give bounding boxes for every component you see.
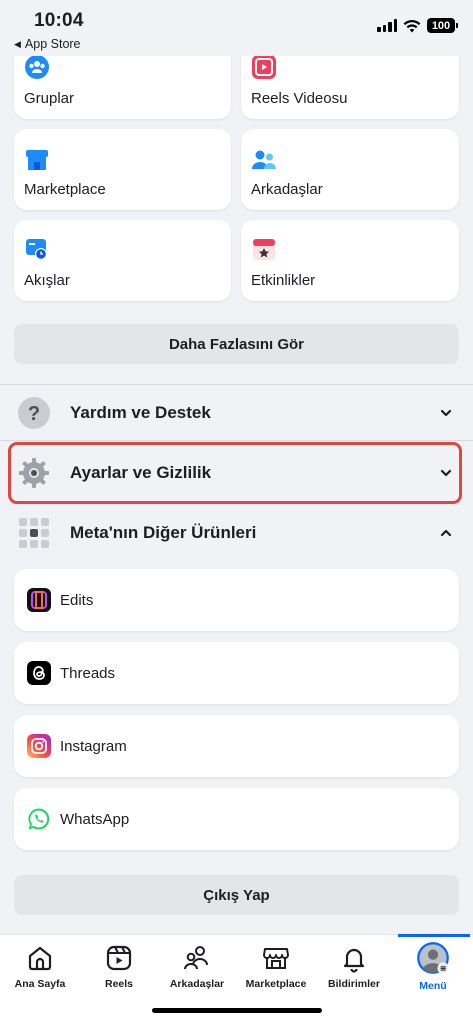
back-app-label: App Store	[24, 37, 81, 51]
profile-menu-icon	[417, 942, 449, 974]
tab-label: Marketplace	[245, 978, 307, 990]
marketplace-tab-icon	[263, 948, 289, 969]
tab-marketplace[interactable]: Marketplace	[236, 943, 316, 990]
battery-level: 100	[431, 19, 451, 32]
whatsapp-icon	[27, 807, 51, 831]
meta-products-label: Meta'nın Diğer Ürünleri	[70, 523, 257, 542]
meta-product-label: Threads	[60, 664, 116, 682]
shortcut-label: Reels Videosu	[251, 90, 348, 107]
svg-text:?: ?	[28, 403, 40, 425]
meta-product-threads[interactable]: Threads	[14, 642, 459, 704]
bell-icon	[343, 948, 365, 973]
home-indicator	[152, 1008, 322, 1013]
section-divider	[0, 384, 473, 385]
help-support-section[interactable]: ? Yardım ve Destek	[14, 389, 459, 437]
shortcut-events[interactable]: Etkinlikler	[241, 220, 459, 301]
back-to-app-store[interactable]: ◀ App Store	[14, 37, 81, 51]
tab-home[interactable]: Ana Sayfa	[0, 943, 80, 990]
settings-highlight-frame	[8, 442, 462, 504]
chevron-down-icon	[440, 409, 452, 417]
friends-icon	[252, 150, 276, 169]
meta-product-whatsapp[interactable]: WhatsApp	[14, 788, 459, 850]
battery-icon: 100	[427, 18, 458, 33]
shortcut-friends[interactable]: Arkadaşlar	[241, 129, 459, 210]
back-triangle-icon: ◀	[14, 38, 21, 49]
shortcut-label: Gruplar	[24, 90, 75, 107]
meta-product-label: Edits	[60, 591, 94, 609]
tab-label: Bildirimler	[328, 978, 380, 990]
help-icon: ?	[16, 395, 52, 431]
active-tab-indicator	[398, 934, 470, 937]
tab-reels[interactable]: Reels	[79, 943, 159, 990]
apps-grid-icon	[16, 515, 52, 551]
tab-menu[interactable]: Menü	[393, 942, 473, 992]
marketplace-icon	[26, 150, 48, 170]
wifi-icon	[403, 19, 421, 32]
instagram-icon	[27, 734, 51, 758]
tab-friends[interactable]: Arkadaşlar	[157, 943, 237, 990]
help-support-label: Yardım ve Destek	[70, 403, 211, 422]
tab-notifications[interactable]: Bildirimler	[314, 943, 394, 990]
shortcut-marketplace[interactable]: Marketplace	[14, 129, 231, 210]
shortcut-label: Akışlar	[24, 272, 70, 289]
status-icons: 100	[377, 18, 458, 33]
tab-label: Arkadaşlar	[169, 978, 225, 990]
shortcut-label: Etkinlikler	[251, 272, 316, 289]
feeds-icon	[26, 239, 47, 260]
status-time: 10:04	[34, 10, 84, 31]
meta-product-instagram[interactable]: Instagram	[14, 715, 459, 777]
see-more-button[interactable]: Daha Fazlasını Gör	[14, 324, 459, 364]
shortcut-feeds[interactable]: Akışlar	[14, 220, 231, 301]
reels-icon	[252, 55, 276, 79]
friends-tab-icon	[184, 946, 208, 970]
logout-button[interactable]: Çıkış Yap	[14, 875, 459, 915]
shortcut-label: Arkadaşlar	[251, 181, 323, 198]
see-more-label: Daha Fazlasını Gör	[168, 335, 305, 353]
status-bar: 10:04 ◀ App Store 100	[0, 0, 473, 56]
home-icon	[28, 946, 52, 971]
events-icon	[253, 239, 275, 260]
meta-products-section[interactable]: Meta'nın Diğer Ürünleri	[14, 509, 459, 557]
chevron-up-icon	[440, 529, 452, 537]
logout-label: Çıkış Yap	[203, 886, 270, 904]
threads-icon	[27, 661, 51, 685]
meta-product-label: Instagram	[60, 737, 127, 755]
edits-icon	[27, 588, 51, 612]
meta-product-label: WhatsApp	[60, 810, 130, 828]
shortcut-label: Marketplace	[24, 181, 106, 198]
tab-label: Ana Sayfa	[14, 978, 66, 990]
tab-label: Menü	[419, 980, 447, 992]
cellular-signal-icon	[377, 19, 397, 32]
section-divider	[0, 440, 473, 441]
tab-label: Reels	[104, 978, 134, 990]
groups-icon	[25, 55, 49, 79]
reels-tab-icon	[106, 945, 132, 971]
meta-product-edits[interactable]: Edits	[14, 569, 459, 631]
